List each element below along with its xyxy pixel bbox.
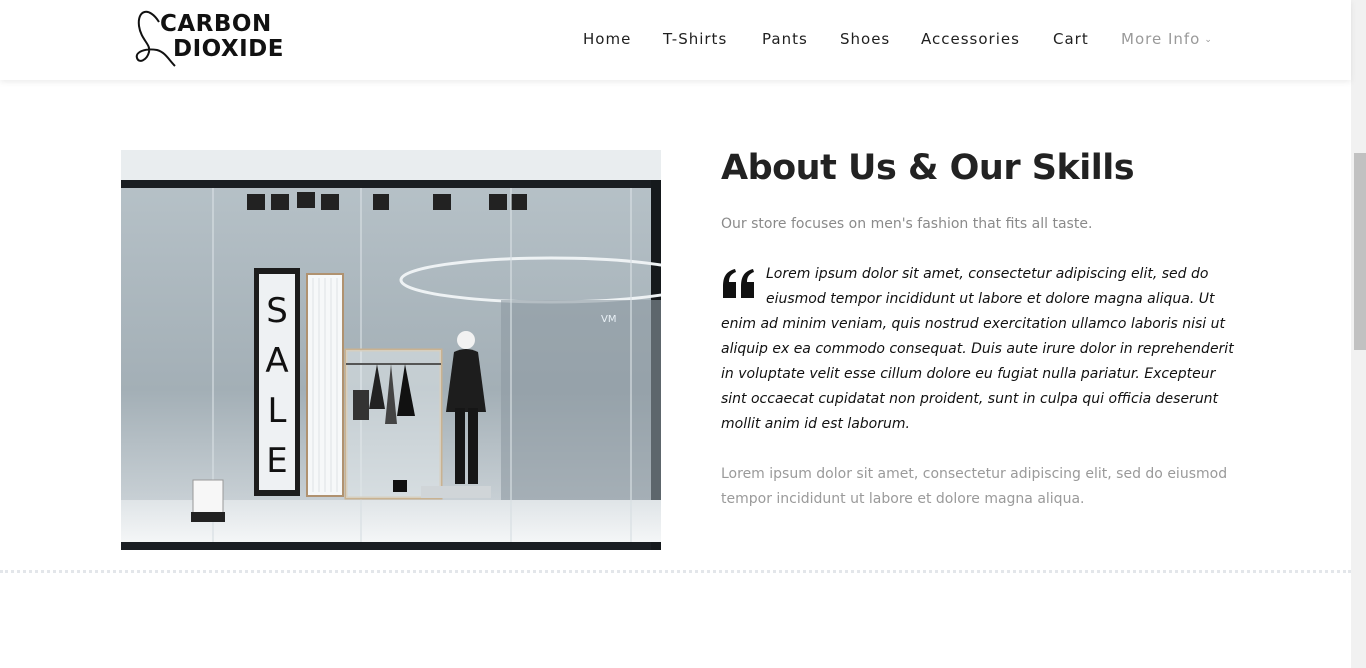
nav-item-more-info-label: More Info [1121, 30, 1201, 48]
store-window-image: S A L E VM [121, 150, 661, 550]
nav-item-t-shirts[interactable]: T-Shirts [663, 30, 727, 48]
page-scrollbar[interactable] [1351, 0, 1366, 668]
blockquote: Lorem ipsum dolor sit amet, consectetur … [721, 262, 1241, 437]
scrollbar-thumb[interactable] [1354, 153, 1366, 350]
nav-item-cart[interactable]: Cart [1053, 30, 1089, 48]
svg-text:A: A [265, 341, 288, 381]
nav-item-more-info[interactable]: More Info ⌄ [1121, 30, 1213, 48]
section-body-text: Lorem ipsum dolor sit amet, consectetur … [721, 466, 1228, 507]
svg-text:S: S [266, 291, 288, 331]
nav-item-pants[interactable]: Pants [762, 30, 808, 48]
chevron-down-icon: ⌄ [1204, 35, 1213, 45]
quote-text: Lorem ipsum dolor sit amet, consectetur … [721, 266, 1234, 432]
nav-item-shoes[interactable]: Shoes [840, 30, 890, 48]
svg-text:VM: VM [601, 314, 616, 325]
main-nav: Home T-Shirts Pants Shoes Accessories Ca… [0, 30, 1351, 52]
section-intro: Our store focuses on men's fashion that … [721, 216, 1093, 232]
section-divider [0, 570, 1351, 573]
nav-item-home[interactable]: Home [583, 30, 631, 48]
svg-text:L: L [268, 391, 287, 431]
quote-icon [723, 269, 754, 298]
site-header: CARBON DIOXIDE Home T-Shirts Pants Shoes… [0, 0, 1351, 80]
nav-item-accessories[interactable]: Accessories [921, 30, 1020, 48]
section-title: About Us & Our Skills [721, 148, 1135, 188]
svg-text:E: E [266, 441, 287, 481]
